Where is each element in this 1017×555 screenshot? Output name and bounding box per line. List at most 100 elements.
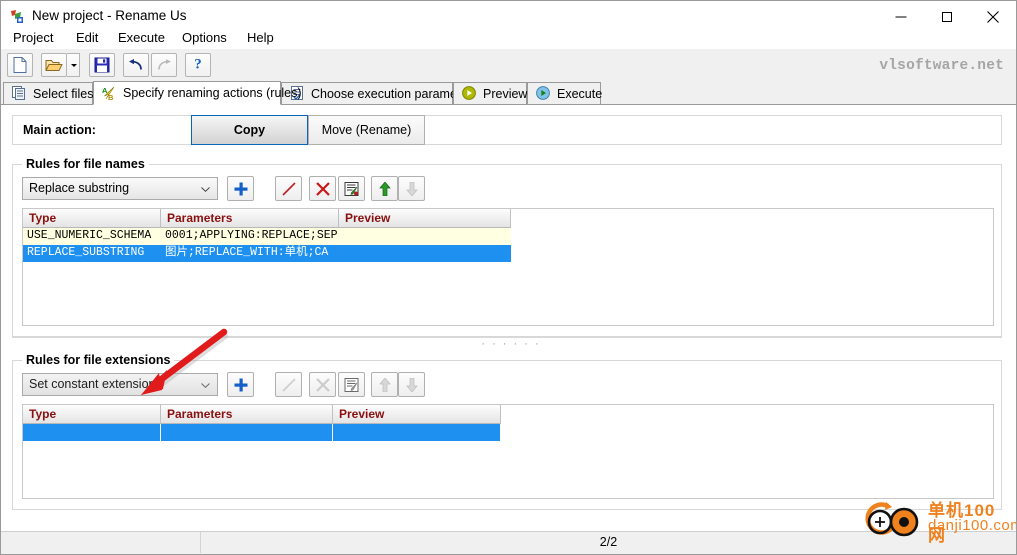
save-project-button[interactable] <box>89 53 115 77</box>
vendor-watermark: vlsoftware.net <box>879 58 1004 74</box>
main-action-panel: Main action: Copy Move (Rename) <box>12 115 1002 145</box>
tab-label: Preview <box>483 86 528 101</box>
cell-type: USE_NUMERIC_SCHEMA <box>23 228 161 245</box>
undo-button[interactable] <box>123 53 149 77</box>
column-header-parameters[interactable]: Parameters <box>161 209 339 228</box>
file-extensions-rules-grid[interactable]: Type Parameters Preview <box>22 404 994 499</box>
menu-item-edit[interactable]: Edit <box>69 27 105 49</box>
logo-text-en: danji100.com <box>928 517 1017 534</box>
pencil-icon <box>281 377 296 392</box>
tab-specify-renaming-actions[interactable]: A B Specify renaming actions (rules) <box>93 81 302 105</box>
extension-move-up-button <box>371 372 398 397</box>
cell-type <box>23 424 161 441</box>
arrow-down-icon <box>406 181 417 196</box>
main-action-move-button[interactable]: Move (Rename) <box>308 115 425 145</box>
arrow-up-icon <box>379 181 390 196</box>
plus-icon <box>234 182 247 195</box>
file-extensions-rule-type-value: Set constant extension <box>29 377 156 391</box>
file-extensions-rule-type-combo[interactable]: Set constant extension <box>22 373 218 396</box>
edit-list-icon <box>344 181 358 196</box>
grid-header-row: Type Parameters Preview <box>23 405 501 424</box>
open-folder-icon <box>45 60 63 71</box>
cell-parameters <box>161 424 333 441</box>
menu-item-help[interactable]: Help <box>240 27 281 49</box>
delete-extension-rule-button <box>309 372 336 397</box>
file-names-rules-group: Rules for file names Replace substring T… <box>12 157 1002 337</box>
menu-item-options[interactable]: Options <box>175 27 234 49</box>
tab-choose-execution-parameters[interactable]: Choose execution parameters <box>281 82 478 105</box>
status-cell-left <box>1 532 201 553</box>
cell-preview <box>339 245 511 262</box>
new-project-button[interactable] <box>7 53 33 77</box>
tab-label: Execute <box>557 86 603 101</box>
file-names-rules-grid[interactable]: Type Parameters Preview USE_NUMERIC_SCHE… <box>22 208 994 326</box>
open-project-button[interactable] <box>41 53 67 77</box>
redo-button[interactable] <box>151 53 177 77</box>
edit-extension-rule-button <box>275 372 302 397</box>
arrow-up-icon <box>379 377 390 392</box>
arrow-down-icon <box>406 377 417 392</box>
main-action-label: Main action: <box>23 123 96 137</box>
cell-preview <box>339 228 511 245</box>
splitter-handle[interactable]: · · · · · · <box>471 338 551 350</box>
file-extensions-rules-legend: Rules for file extensions <box>22 353 175 367</box>
column-header-preview[interactable]: Preview <box>339 209 511 228</box>
content-area: Main action: Copy Move (Rename) Rules fo… <box>1 105 1016 533</box>
add-rule-button[interactable] <box>227 176 254 201</box>
preview-play-icon <box>462 86 477 101</box>
redo-arrow-icon <box>158 59 171 70</box>
tab-label: Specify renaming actions (rules) <box>123 86 302 100</box>
logo-mark-icon <box>865 502 919 537</box>
save-disk-icon <box>94 57 110 73</box>
minimize-icon <box>895 16 907 17</box>
application-window: New project - Rename Us Project Edit Exe… <box>0 0 1017 555</box>
table-row[interactable]: REPLACE_SUBSTRING 图片;REPLACE_WITH:单机;CA <box>23 245 511 262</box>
tab-label: Select files <box>33 86 94 101</box>
column-header-type[interactable]: Type <box>23 209 161 228</box>
file-names-rule-type-value: Replace substring <box>29 181 130 195</box>
menu-item-project[interactable]: Project <box>6 27 60 49</box>
execute-play-icon <box>536 86 551 101</box>
grid-header-row: Type Parameters Preview <box>23 209 511 228</box>
new-document-icon <box>13 57 27 73</box>
undo-arrow-icon <box>129 59 142 70</box>
edit-rule-button[interactable] <box>275 176 302 201</box>
move-down-button[interactable] <box>398 176 425 201</box>
close-icon <box>987 10 999 23</box>
app-icon <box>9 8 26 25</box>
cell-parameters: 图片;REPLACE_WITH:单机;CA <box>161 245 339 262</box>
open-project-dropdown[interactable] <box>67 53 80 77</box>
plus-icon <box>234 378 247 391</box>
cell-preview <box>333 424 501 441</box>
help-button[interactable]: ? <box>185 53 211 77</box>
table-row[interactable] <box>23 424 501 441</box>
question-mark-icon: ? <box>194 56 202 73</box>
column-header-type[interactable]: Type <box>23 405 161 424</box>
toolbar: ? vlsoftware.net <box>1 49 1016 82</box>
pencil-icon <box>281 181 296 196</box>
edit-list-icon <box>344 377 358 392</box>
menu-item-execute[interactable]: Execute <box>111 27 172 49</box>
window-title: New project - Rename Us <box>32 8 187 23</box>
maximize-icon <box>942 11 952 22</box>
menu-bar: Project Edit Execute Options Help <box>1 27 1016 49</box>
edit-extension-list-button[interactable] <box>338 372 365 397</box>
table-row[interactable]: USE_NUMERIC_SCHEMA 0001;APPLYING:REPLACE… <box>23 228 511 245</box>
column-header-preview[interactable]: Preview <box>333 405 501 424</box>
ab-rules-icon: A B <box>102 86 117 102</box>
tab-preview[interactable]: Preview <box>453 82 527 105</box>
delete-rule-button[interactable] <box>309 176 336 201</box>
add-extension-rule-button[interactable] <box>227 372 254 397</box>
cell-type: REPLACE_SUBSTRING <box>23 245 161 262</box>
main-action-copy-button[interactable]: Copy <box>191 115 308 145</box>
tab-select-files[interactable]: Select files <box>3 82 93 105</box>
chevron-down-icon <box>201 383 210 388</box>
red-x-icon <box>315 181 330 196</box>
column-header-parameters[interactable]: Parameters <box>161 405 333 424</box>
edit-list-button[interactable] <box>338 176 365 201</box>
file-names-rule-type-combo[interactable]: Replace substring <box>22 177 218 200</box>
chevron-down-icon <box>201 187 210 192</box>
tab-execute[interactable]: Execute <box>527 82 603 105</box>
move-up-button[interactable] <box>371 176 398 201</box>
files-icon <box>12 86 27 101</box>
